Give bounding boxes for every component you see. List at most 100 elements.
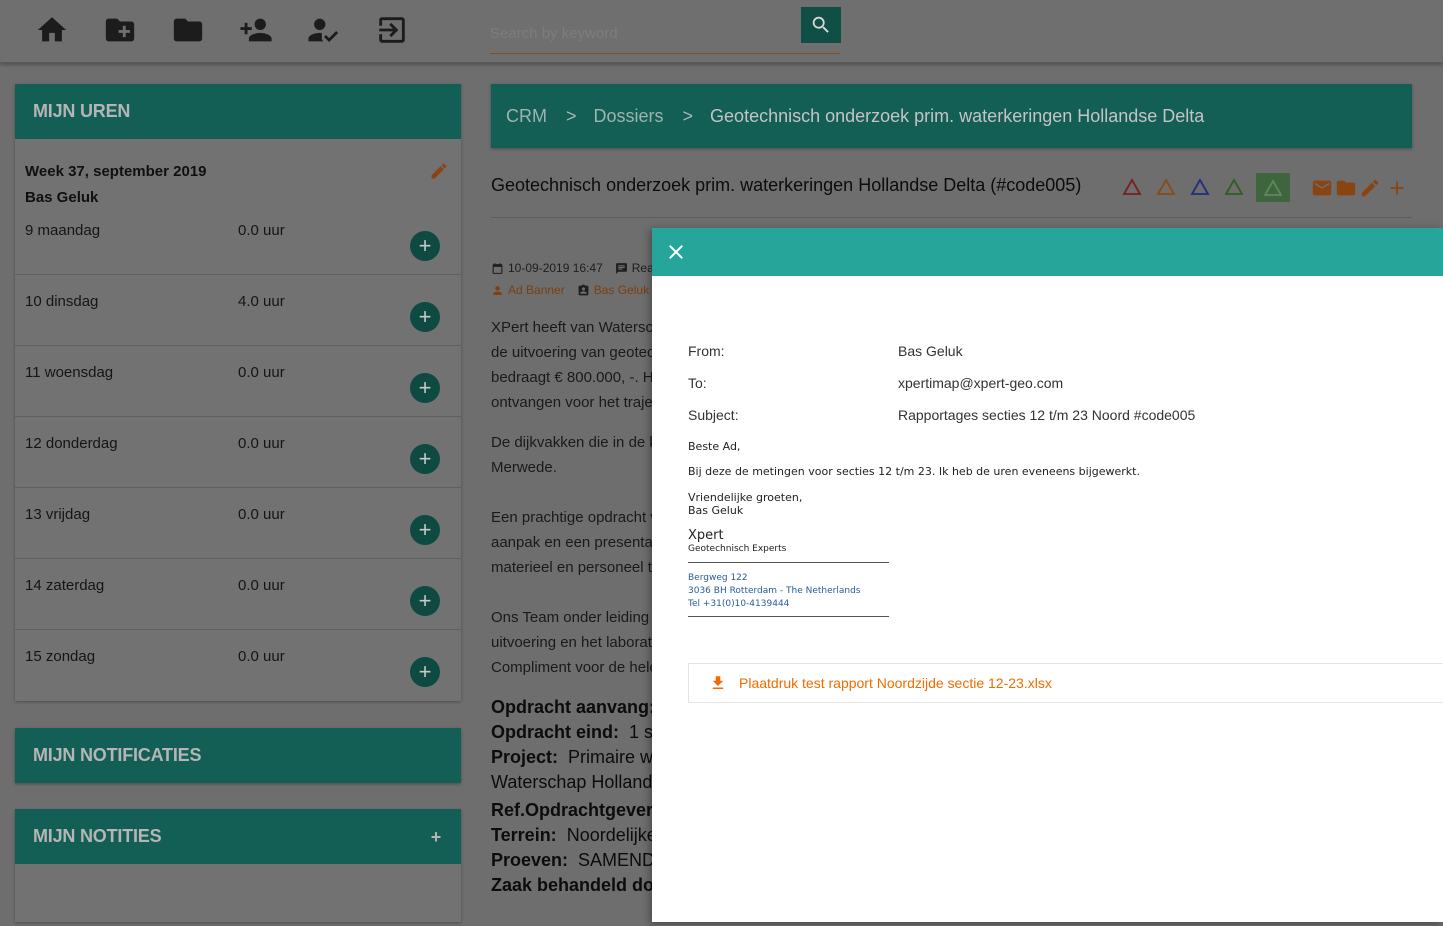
add-person-icon[interactable] [238,12,274,48]
attachment-link[interactable]: Plaatdruk test rapport Noordzijde sectie… [688,663,1443,703]
hours-panel: MIJN UREN Week 37, september 2019 Bas Ge… [15,84,461,701]
email-greeting: Beste Ad, [688,440,741,453]
add-icon[interactable] [1386,177,1408,199]
from-label: From: [688,343,725,359]
logout-icon[interactable] [374,12,410,48]
hours-panel-header: MIJN UREN [15,84,461,139]
add-hours-button[interactable]: + [410,444,440,474]
status-orange-icon[interactable] [1156,178,1176,196]
add-hours-button[interactable]: + [410,657,440,687]
status-active-badge[interactable] [1256,173,1290,202]
subject-value: Rapportages secties 12 t/m 23 Noord #cod… [898,407,1196,423]
add-hours-button[interactable]: + [410,231,440,261]
field-row: Opdracht eind: 1 se [491,720,652,745]
signature-divider [688,616,889,617]
from-value: Bas Geluk [898,343,963,359]
body-line: aanpak en een presentatie [491,534,652,551]
day-row: 14 zaterdag 0.0 uur + [15,559,461,630]
add-note-button[interactable]: + [431,828,442,846]
body-line: Merwede. [491,459,557,476]
notifications-panel-header[interactable]: MIJN NOTIFICATIES [15,728,461,783]
mail-icon[interactable] [1311,177,1333,199]
body-line: uitvoering en het laboratorium [491,634,652,651]
close-icon[interactable] [664,240,688,264]
field-row: Terrein: Noordelijke [491,823,652,848]
day-label: 14 zaterdag [25,577,105,594]
field-value: 1 se [629,722,652,742]
search-input[interactable] [490,14,840,54]
day-hours: 0.0 uur [238,222,285,239]
status-red-icon[interactable] [1122,178,1142,196]
field-value: Primaire wa [568,747,652,767]
day-hours: 0.0 uur [238,435,285,452]
search-button[interactable] [801,7,841,43]
breadcrumb-current: Geotechnisch onderzoek prim. waterkering… [710,105,1205,126]
add-hours-button[interactable]: + [410,373,440,403]
address-line-1: Bergweg 122 [688,573,748,583]
meta-row: 10-09-2019 16:47 Rea [491,261,654,275]
day-row: 15 zondag 0.0 uur + [15,630,461,701]
meta-date: 10-09-2019 16:47 [508,261,603,275]
status-active-icon [1263,178,1283,196]
field-row: Ref.Opdrachtgever: [491,798,652,823]
modal-header [652,228,1443,276]
field-label: Ref.Opdrachtgever: [491,800,652,820]
dossier-title: Geotechnisch onderzoek prim. waterkering… [491,175,1082,195]
field-label: Project: [491,747,559,767]
meta-type: Rea [631,261,654,275]
home-icon[interactable] [34,12,70,48]
meta-owner[interactable]: Bas Geluk [594,283,649,297]
notifications-panel-title: MIJN NOTIFICATIES [33,745,202,765]
breadcrumb-dossiers[interactable]: Dossiers [594,106,664,127]
edit-icon[interactable] [1359,177,1381,199]
body-line: Compliment voor de hele [491,659,652,676]
email-closing: Vriendelijke groeten, [688,491,803,504]
day-label: 15 zondag [25,648,96,665]
day-row: 11 woensdag 0.0 uur + [15,346,461,417]
body-line: de uitvoering van geotechnisch [491,344,652,361]
notifications-panel: MIJN NOTIFICATIES [15,728,461,783]
field-value: Waterschap Holland [491,772,652,792]
email-body: Bij deze de metingen voor secties 12 t/m… [688,465,1140,478]
field-label: Zaak behandeld doo [491,875,652,895]
hours-panel-title: MIJN UREN [33,101,131,121]
person-check-icon[interactable] [306,12,342,48]
field-label: Terrein: [491,825,557,845]
phone-line: Tel +31(0)10-4139444 [688,599,790,609]
download-icon [712,676,724,689]
address-line-2: 3036 BH Rotterdam - The Netherlands [688,586,861,596]
field-row: Project: Primaire wa [491,745,652,770]
body-line: Een prachtige opdracht voor [491,509,652,526]
add-hours-button[interactable]: + [410,302,440,332]
day-label: 11 woensdag [25,364,114,381]
field-label: Opdracht eind: [491,722,620,742]
field-label: Proeven: [491,850,569,870]
day-hours: 0.0 uur [238,506,285,523]
notes-panel: MIJN NOTITIES + [15,809,461,922]
field-value: Noordelijke [566,825,652,845]
status-green-icon[interactable] [1224,178,1244,196]
body-line: XPert heeft van Waterschap [491,319,652,336]
email-signature-name: Bas Geluk [688,504,744,517]
field-label: Opdracht aanvang: [491,697,652,717]
breadcrumb-separator: > [682,105,694,126]
email-modal: From: Bas Geluk To: xpertimap@xpert-geo.… [652,228,1443,922]
new-folder-icon[interactable] [102,12,138,48]
day-hours: 0.0 uur [238,648,285,665]
field-row: Opdracht aanvang: [491,695,652,720]
add-hours-button[interactable]: + [410,586,440,616]
breadcrumb-crm[interactable]: CRM [506,106,547,127]
company-subtitle: Geotechnisch Experts [688,544,787,554]
status-blue-icon[interactable] [1190,178,1210,196]
folder-icon[interactable] [170,12,206,48]
day-hours: 0.0 uur [238,364,285,381]
to-label: To: [688,375,707,391]
body-line: De dijkvakken die in de kader [491,434,652,451]
company-name: Xpert [688,528,724,543]
edit-week-button[interactable] [429,161,449,181]
meta-contact[interactable]: Ad Banner [508,283,565,297]
breadcrumb-separator: > [566,105,577,126]
folder-icon[interactable] [1335,177,1357,199]
add-hours-button[interactable]: + [410,515,440,545]
day-label: 9 maandag [25,222,101,239]
